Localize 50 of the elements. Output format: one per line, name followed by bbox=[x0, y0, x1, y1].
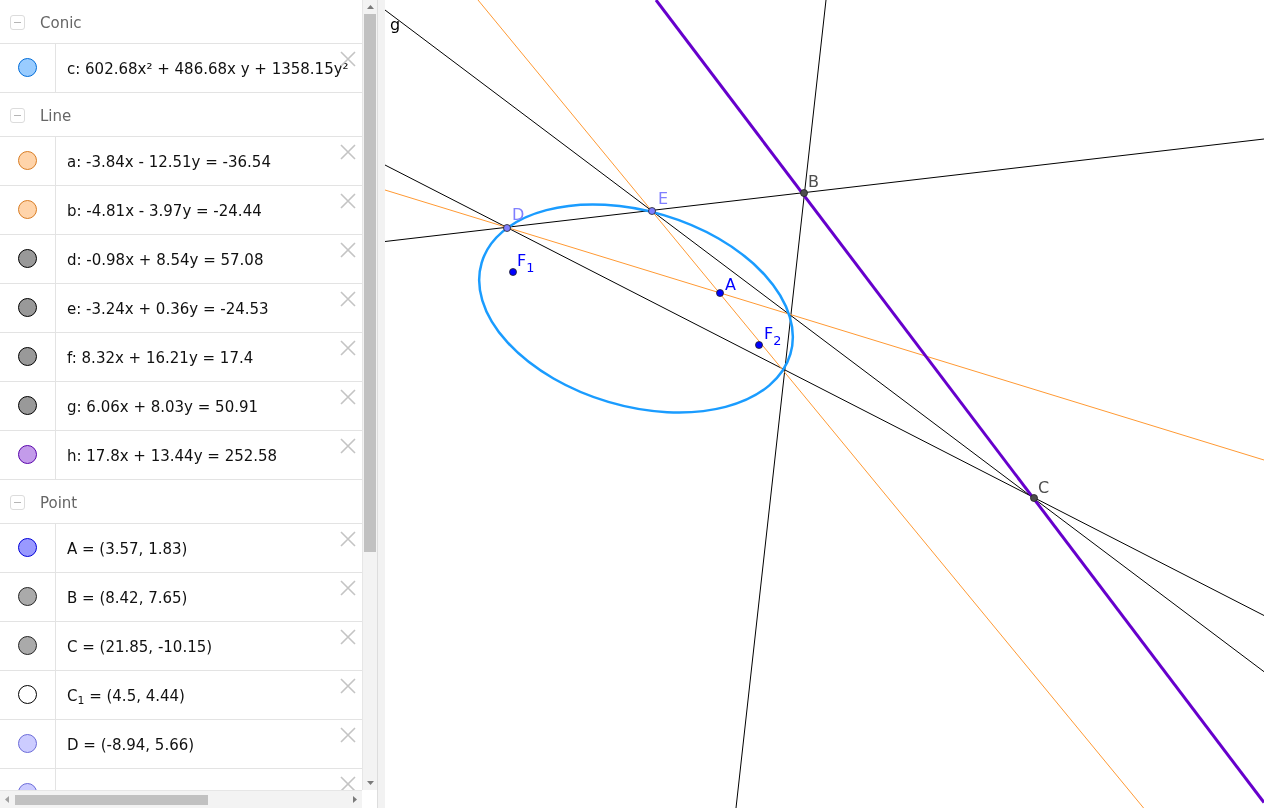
visibility-toggle-icon[interactable] bbox=[18, 298, 37, 317]
point-label: C bbox=[1038, 480, 1050, 496]
object-definition[interactable]: a: -3.84x - 12.51y = -36.54 bbox=[67, 154, 271, 172]
object-definition[interactable]: C = (21.85, -10.15) bbox=[67, 639, 213, 657]
visibility-toggle-icon[interactable] bbox=[18, 396, 37, 415]
object-definition[interactable]: A = (3.57, 1.83) bbox=[67, 541, 188, 559]
scrollbar-thumb[interactable] bbox=[364, 14, 376, 552]
object-definition[interactable]: f: 8.32x + 16.21y = 17.4 bbox=[67, 350, 254, 368]
vertical-scrollbar[interactable] bbox=[362, 0, 377, 790]
object-definition[interactable]: g: 6.06x + 8.03y = 50.91 bbox=[67, 399, 259, 417]
object-definition[interactable]: B = (8.42, 7.65) bbox=[67, 590, 188, 608]
collapse-button[interactable] bbox=[10, 15, 25, 30]
point-label: E bbox=[658, 191, 669, 207]
caret-left-icon[interactable] bbox=[5, 796, 9, 803]
visibility-toggle-icon[interactable] bbox=[18, 151, 37, 170]
object-definition[interactable]: c: 602.68x² + 486.68x y + 1358.15y² bbox=[67, 61, 349, 79]
minus-icon bbox=[14, 114, 21, 117]
scrollbar-thumb[interactable] bbox=[15, 794, 208, 805]
object-definition[interactable]: C$_{1}$ = (4.5, 4.44) bbox=[67, 688, 185, 706]
minus-icon bbox=[14, 501, 21, 504]
visibility-toggle-icon[interactable] bbox=[18, 445, 37, 464]
minus-icon bbox=[14, 21, 21, 24]
visibility-toggle-icon[interactable] bbox=[18, 58, 37, 77]
object-definition[interactable]: h: 17.8x + 13.44y = 252.58 bbox=[67, 448, 278, 466]
visibility-toggle-icon[interactable] bbox=[18, 200, 37, 219]
visibility-toggle-icon[interactable] bbox=[18, 685, 37, 704]
caret-up-icon[interactable] bbox=[366, 5, 374, 9]
object-definition[interactable]: e: -3.24x + 0.36y = -24.53 bbox=[67, 301, 269, 319]
object-definition[interactable]: d: -0.98x + 8.54y = 57.08 bbox=[67, 252, 264, 270]
visibility-toggle-icon[interactable] bbox=[18, 249, 37, 268]
group-title: Point bbox=[40, 493, 78, 512]
object-definition[interactable]: D = (-8.94, 5.66) bbox=[67, 737, 195, 755]
visibility-toggle-icon[interactable] bbox=[18, 636, 37, 655]
horizontal-scrollbar[interactable] bbox=[0, 790, 362, 808]
line-label: g bbox=[390, 17, 401, 33]
visibility-toggle-icon[interactable] bbox=[18, 347, 37, 366]
caret-down-icon[interactable] bbox=[366, 781, 374, 785]
visibility-toggle-icon[interactable] bbox=[18, 587, 37, 606]
object-definition[interactable]: b: -4.81x - 3.97y = -24.44 bbox=[67, 203, 262, 221]
splitter-handle[interactable] bbox=[377, 0, 385, 808]
point-label: D bbox=[512, 207, 525, 223]
caret-right-icon[interactable] bbox=[353, 796, 357, 803]
collapse-button[interactable] bbox=[10, 108, 25, 123]
collapse-button[interactable] bbox=[10, 495, 25, 510]
point-label: A bbox=[725, 277, 736, 293]
point-label: B bbox=[808, 174, 819, 190]
visibility-toggle-icon[interactable] bbox=[18, 538, 37, 557]
group-title: Conic bbox=[40, 13, 82, 32]
group-title: Line bbox=[40, 106, 72, 125]
visibility-toggle-icon[interactable] bbox=[18, 734, 37, 753]
